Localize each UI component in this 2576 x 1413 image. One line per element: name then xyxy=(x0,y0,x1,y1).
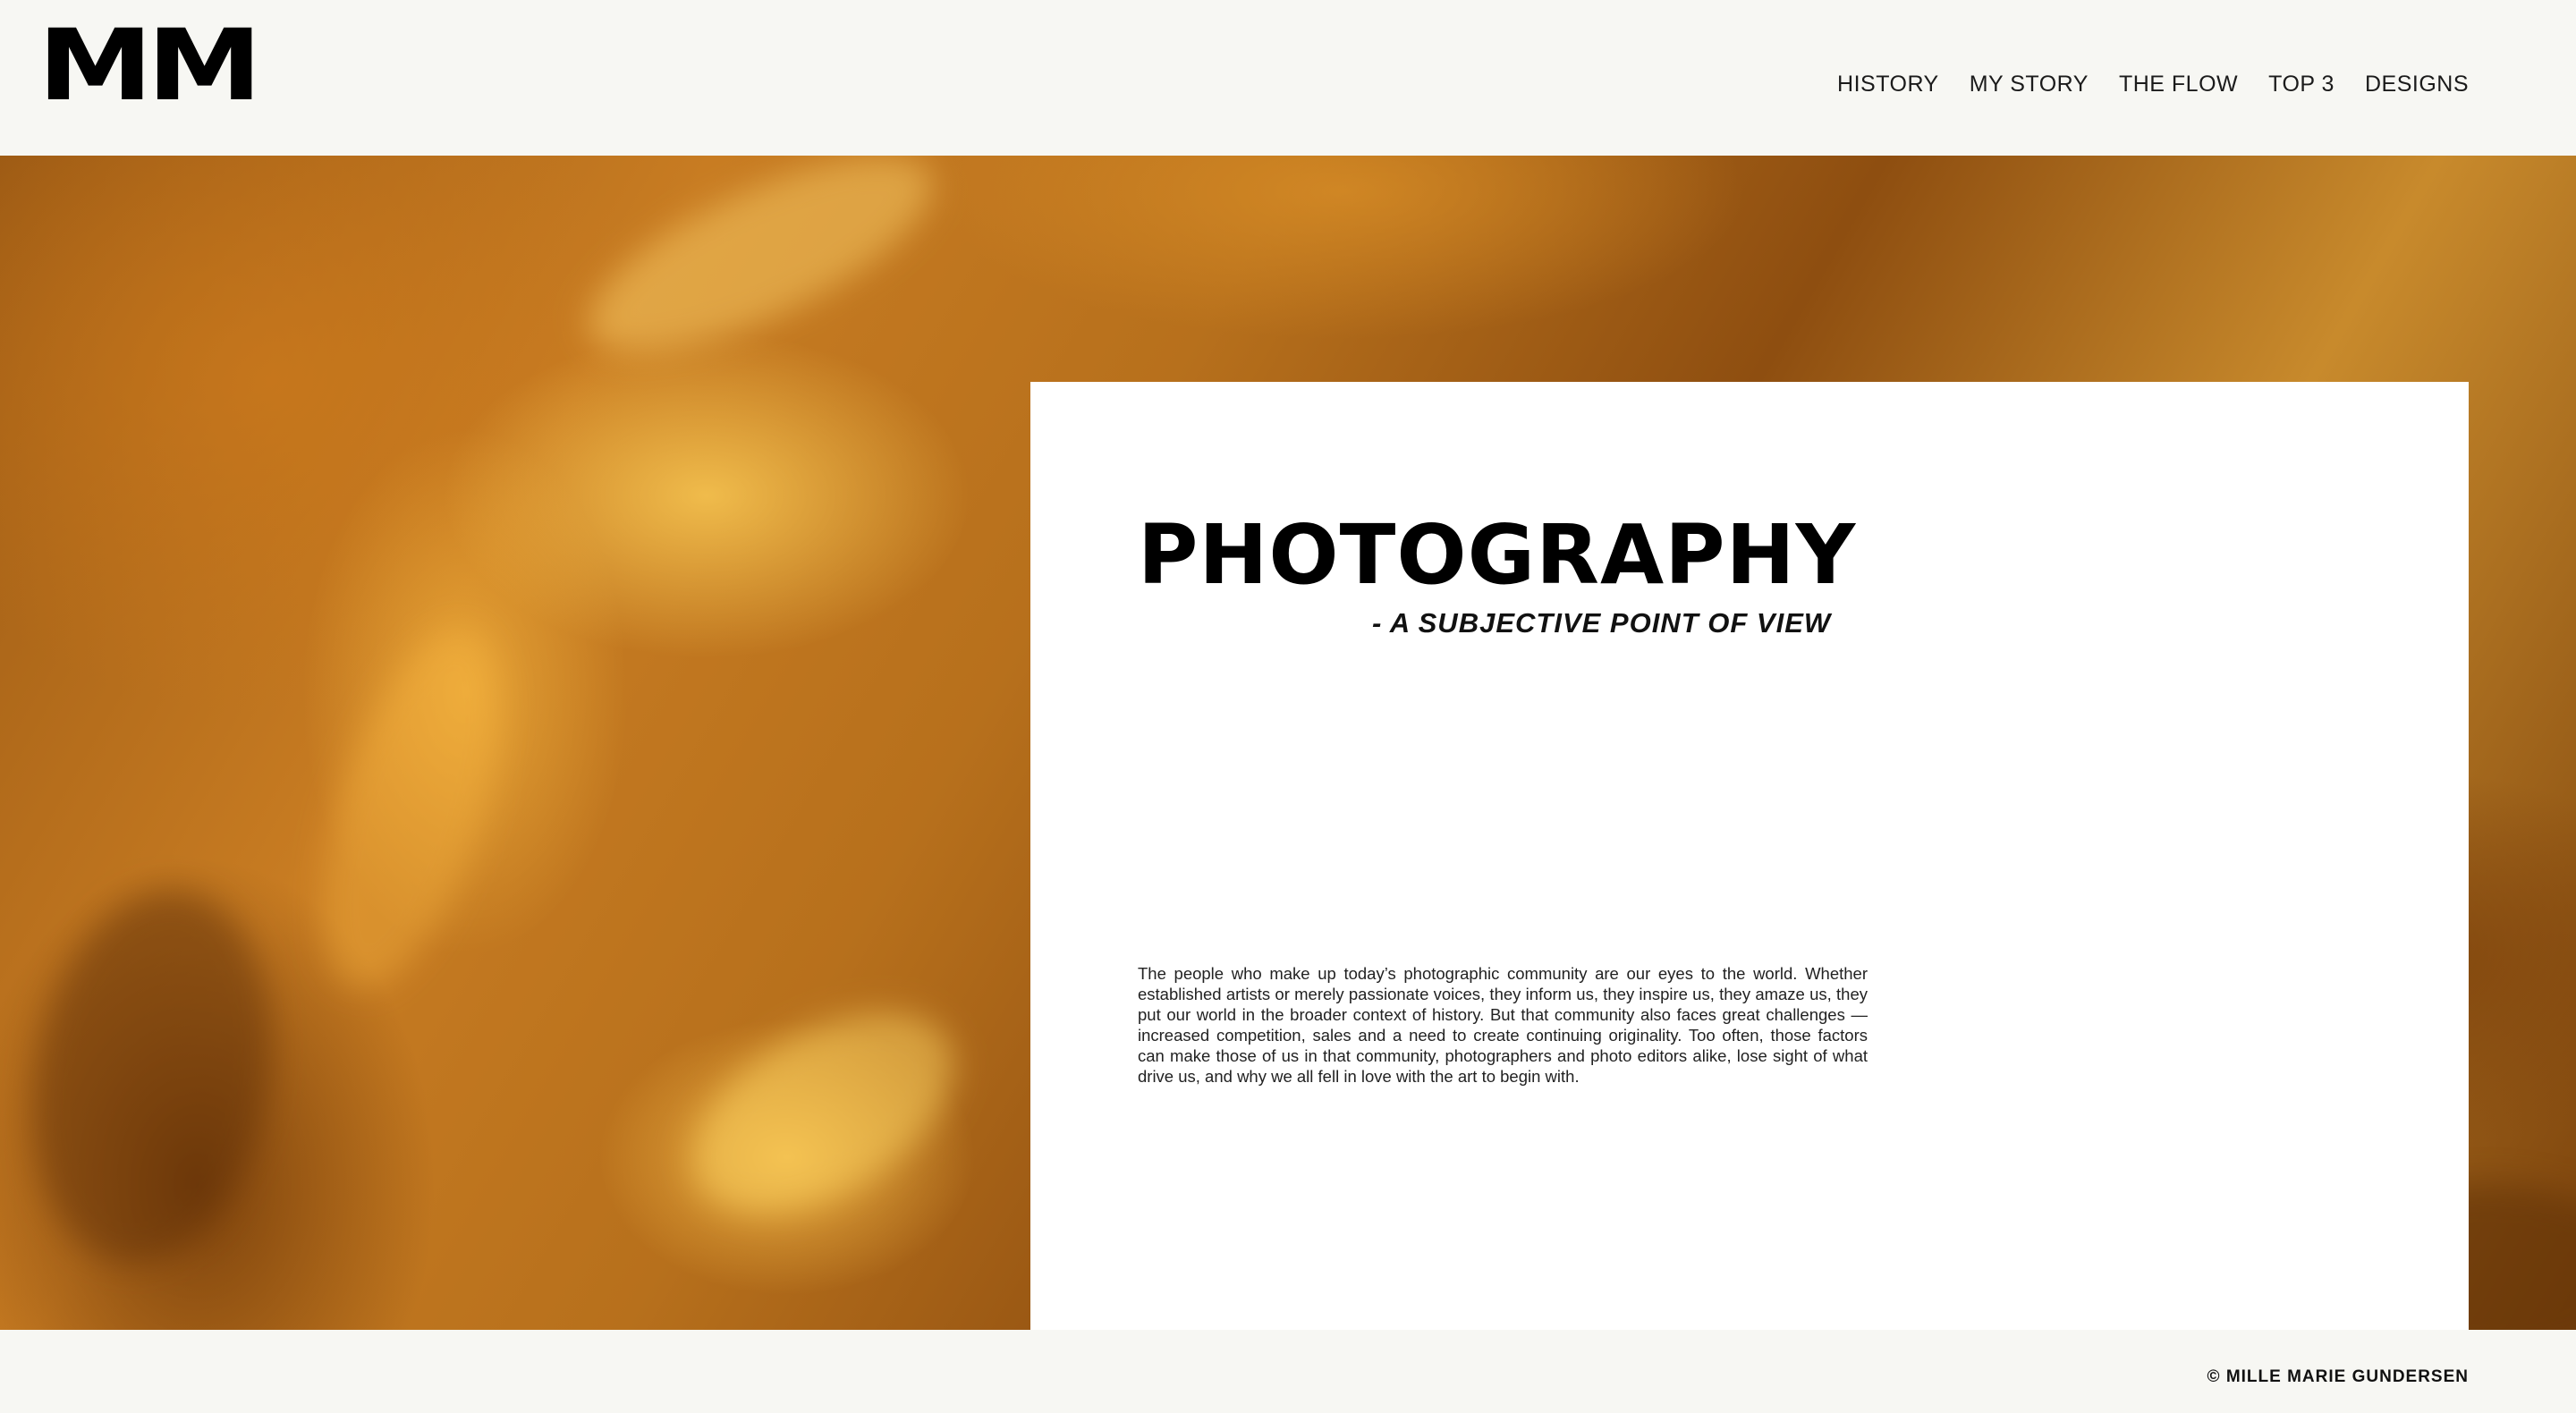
nav-history[interactable]: HISTORY xyxy=(1837,72,1939,97)
copyright-text: © MILLE MARIE GUNDERSEN xyxy=(2207,1367,2469,1386)
page-subtitle: - A SUBJECTIVE POINT OF VIEW xyxy=(1372,607,1832,639)
nav-my-story[interactable]: MY STORY xyxy=(1970,72,2089,97)
main-nav: HISTORY MY STORY THE FLOW TOP 3 DESIGNS xyxy=(1837,72,2469,97)
nav-top-3[interactable]: TOP 3 xyxy=(2268,72,2334,97)
content-card: PHOTOGRAPHY - A SUBJECTIVE POINT OF VIEW… xyxy=(1030,382,2469,1330)
photo-texture xyxy=(4,871,300,1282)
photo-texture xyxy=(658,971,987,1254)
photo-texture xyxy=(564,156,957,391)
intro-paragraph: The people who make up today’s photograp… xyxy=(1138,964,1868,1086)
site-logo[interactable]: MM xyxy=(38,16,262,114)
nav-designs[interactable]: DESIGNS xyxy=(2365,72,2469,97)
site-header: MM HISTORY MY STORY THE FLOW TOP 3 DESIG… xyxy=(0,0,2576,156)
hero-background-photo: PHOTOGRAPHY - A SUBJECTIVE POINT OF VIEW… xyxy=(0,156,2576,1330)
photo-texture xyxy=(285,607,538,1010)
page-title: PHOTOGRAPHY xyxy=(1138,507,1857,603)
site-footer: © MILLE MARIE GUNDERSEN xyxy=(0,1330,2576,1413)
nav-the-flow[interactable]: THE FLOW xyxy=(2119,72,2238,97)
